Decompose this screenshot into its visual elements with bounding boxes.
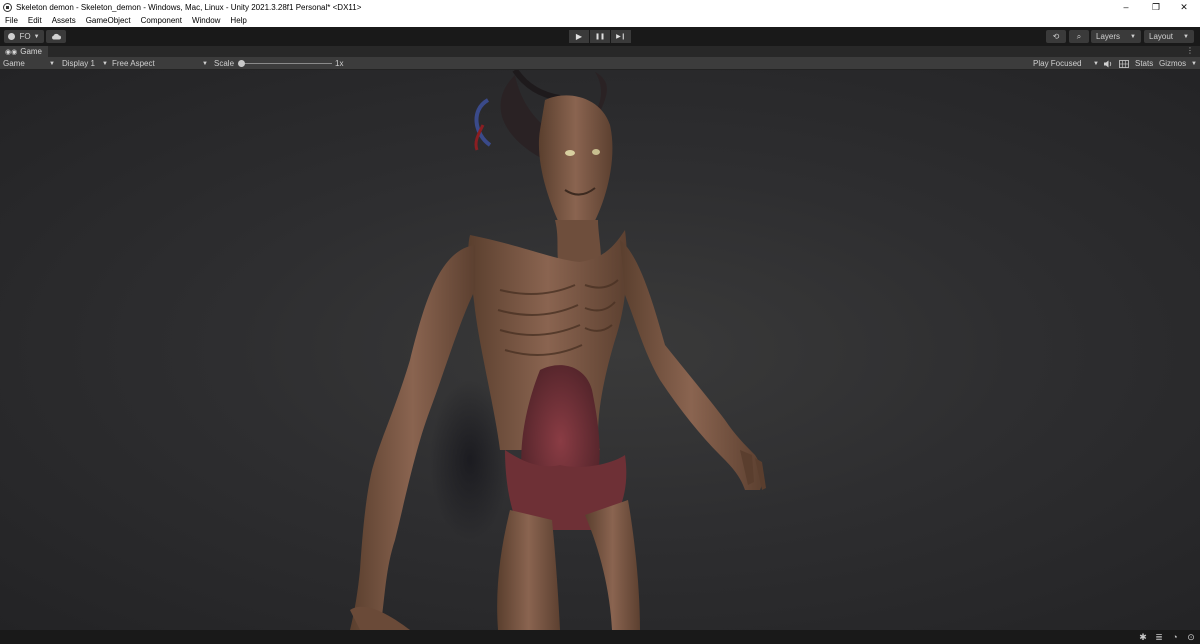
chevron-down-icon: ▼ [33, 33, 40, 40]
search-icon: ⌕ [1076, 31, 1082, 41]
close-button[interactable]: ✕ [1168, 0, 1200, 14]
bug-icon[interactable]: ✱ [1138, 632, 1148, 642]
menu-window[interactable]: Window [192, 16, 220, 25]
display-dropdown[interactable]: Display 1 ▼ [62, 57, 108, 70]
chevron-down-icon: ▼ [1093, 60, 1099, 67]
scale-slider-handle[interactable] [238, 60, 245, 67]
play-mode-dropdown[interactable]: Play Focused ▼ [1033, 57, 1099, 70]
menu-help[interactable]: Help [230, 16, 246, 25]
tab-game-label: Game [20, 47, 43, 56]
stats-grid-button[interactable] [1119, 57, 1129, 70]
gizmos-dropdown[interactable]: Gizmos ▼ [1159, 57, 1197, 70]
right-leg [585, 500, 640, 630]
gizmos-label: Gizmos [1159, 59, 1187, 68]
left-leg [497, 510, 560, 630]
tab-game[interactable]: ◉◉ Game [0, 46, 49, 57]
menu-bar: File Edit Assets GameObject Component Wi… [0, 14, 1200, 27]
view-mode-dropdown[interactable]: Game ▼ [3, 57, 55, 70]
chevron-down-icon: ▼ [1130, 33, 1136, 40]
aspect-dropdown[interactable]: Free Aspect ▼ [112, 57, 208, 70]
step-button[interactable]: ▶❙ [611, 30, 631, 43]
view-mode-label: Game [3, 59, 25, 68]
scale-slider-track[interactable] [240, 63, 332, 64]
status-bar: ✱ ≣ ◔ ⊙ [0, 630, 1200, 644]
account-label: FO [19, 32, 31, 41]
menu-assets[interactable]: Assets [52, 16, 76, 25]
grid-icon [1119, 59, 1129, 68]
layout-dropdown[interactable]: Layout ▼ [1144, 30, 1194, 43]
game-view-toolbar: Game ▼ Display 1 ▼ Free Aspect ▼ Scale 1… [0, 57, 1200, 70]
account-icon [8, 33, 16, 40]
account-dropdown[interactable]: FO ▼ [4, 30, 44, 43]
aspect-label: Free Aspect [112, 59, 155, 68]
chevron-down-icon: ▼ [102, 60, 108, 67]
main-toolbar: FO ▼ ▶ ❚❚ ▶❙ ⟲ ⌕ Layers ▼ Layout ▼ [0, 27, 1200, 46]
cloud-button[interactable] [46, 30, 66, 43]
tab-options-icon[interactable]: ⋮ [1186, 46, 1194, 55]
chevron-down-icon: ▼ [1183, 33, 1189, 40]
play-button[interactable]: ▶ [569, 30, 589, 43]
menu-component[interactable]: Component [141, 16, 182, 25]
history-icon: ⟲ [1052, 32, 1060, 41]
play-mode-label: Play Focused [1033, 59, 1082, 68]
chevron-down-icon: ▼ [202, 60, 208, 67]
skeleton-demon-model [350, 70, 766, 630]
layout-label: Layout [1149, 32, 1174, 41]
stats-button[interactable]: Stats [1135, 57, 1153, 70]
chevron-down-icon: ▼ [49, 60, 55, 67]
display-label: Display 1 [62, 59, 95, 68]
gamepad-icon: ◉◉ [5, 48, 18, 56]
scale-label: Scale [214, 59, 235, 68]
layers-dropdown[interactable]: Layers ▼ [1091, 30, 1141, 43]
search-button[interactable]: ⌕ [1069, 30, 1089, 43]
playback-controls: ▶ ❚❚ ▶❙ [569, 30, 632, 43]
demon-head [538, 95, 613, 237]
circle-arrow-icon[interactable]: ⊙ [1186, 632, 1196, 642]
layers-label: Layers [1096, 32, 1121, 41]
pause-button[interactable]: ❚❚ [590, 30, 610, 43]
menu-gameobject[interactable]: GameObject [86, 16, 131, 25]
audio-icon [1104, 60, 1112, 67]
window-title: Skeleton demon - Skeleton_demon - Window… [16, 2, 362, 12]
chevron-down-icon: ▼ [1191, 60, 1197, 67]
menu-edit[interactable]: Edit [28, 16, 42, 25]
game-viewport[interactable] [0, 70, 1200, 630]
bell-icon[interactable]: ◔ [1170, 632, 1180, 642]
window-title-bar: Skeleton demon - Skeleton_demon - Window… [0, 0, 1200, 14]
history-button[interactable]: ⟲ [1046, 30, 1066, 43]
stack-icon[interactable]: ≣ [1154, 632, 1164, 642]
game-tab-bar: ◉◉ Game ⋮ [0, 46, 1200, 57]
minimize-button[interactable]: – [1110, 0, 1142, 14]
unity-logo-icon [3, 2, 12, 12]
menu-file[interactable]: File [5, 16, 18, 25]
scale-value: 1x [335, 59, 344, 68]
mute-audio-button[interactable] [1104, 57, 1113, 70]
cloud-icon [52, 33, 61, 40]
